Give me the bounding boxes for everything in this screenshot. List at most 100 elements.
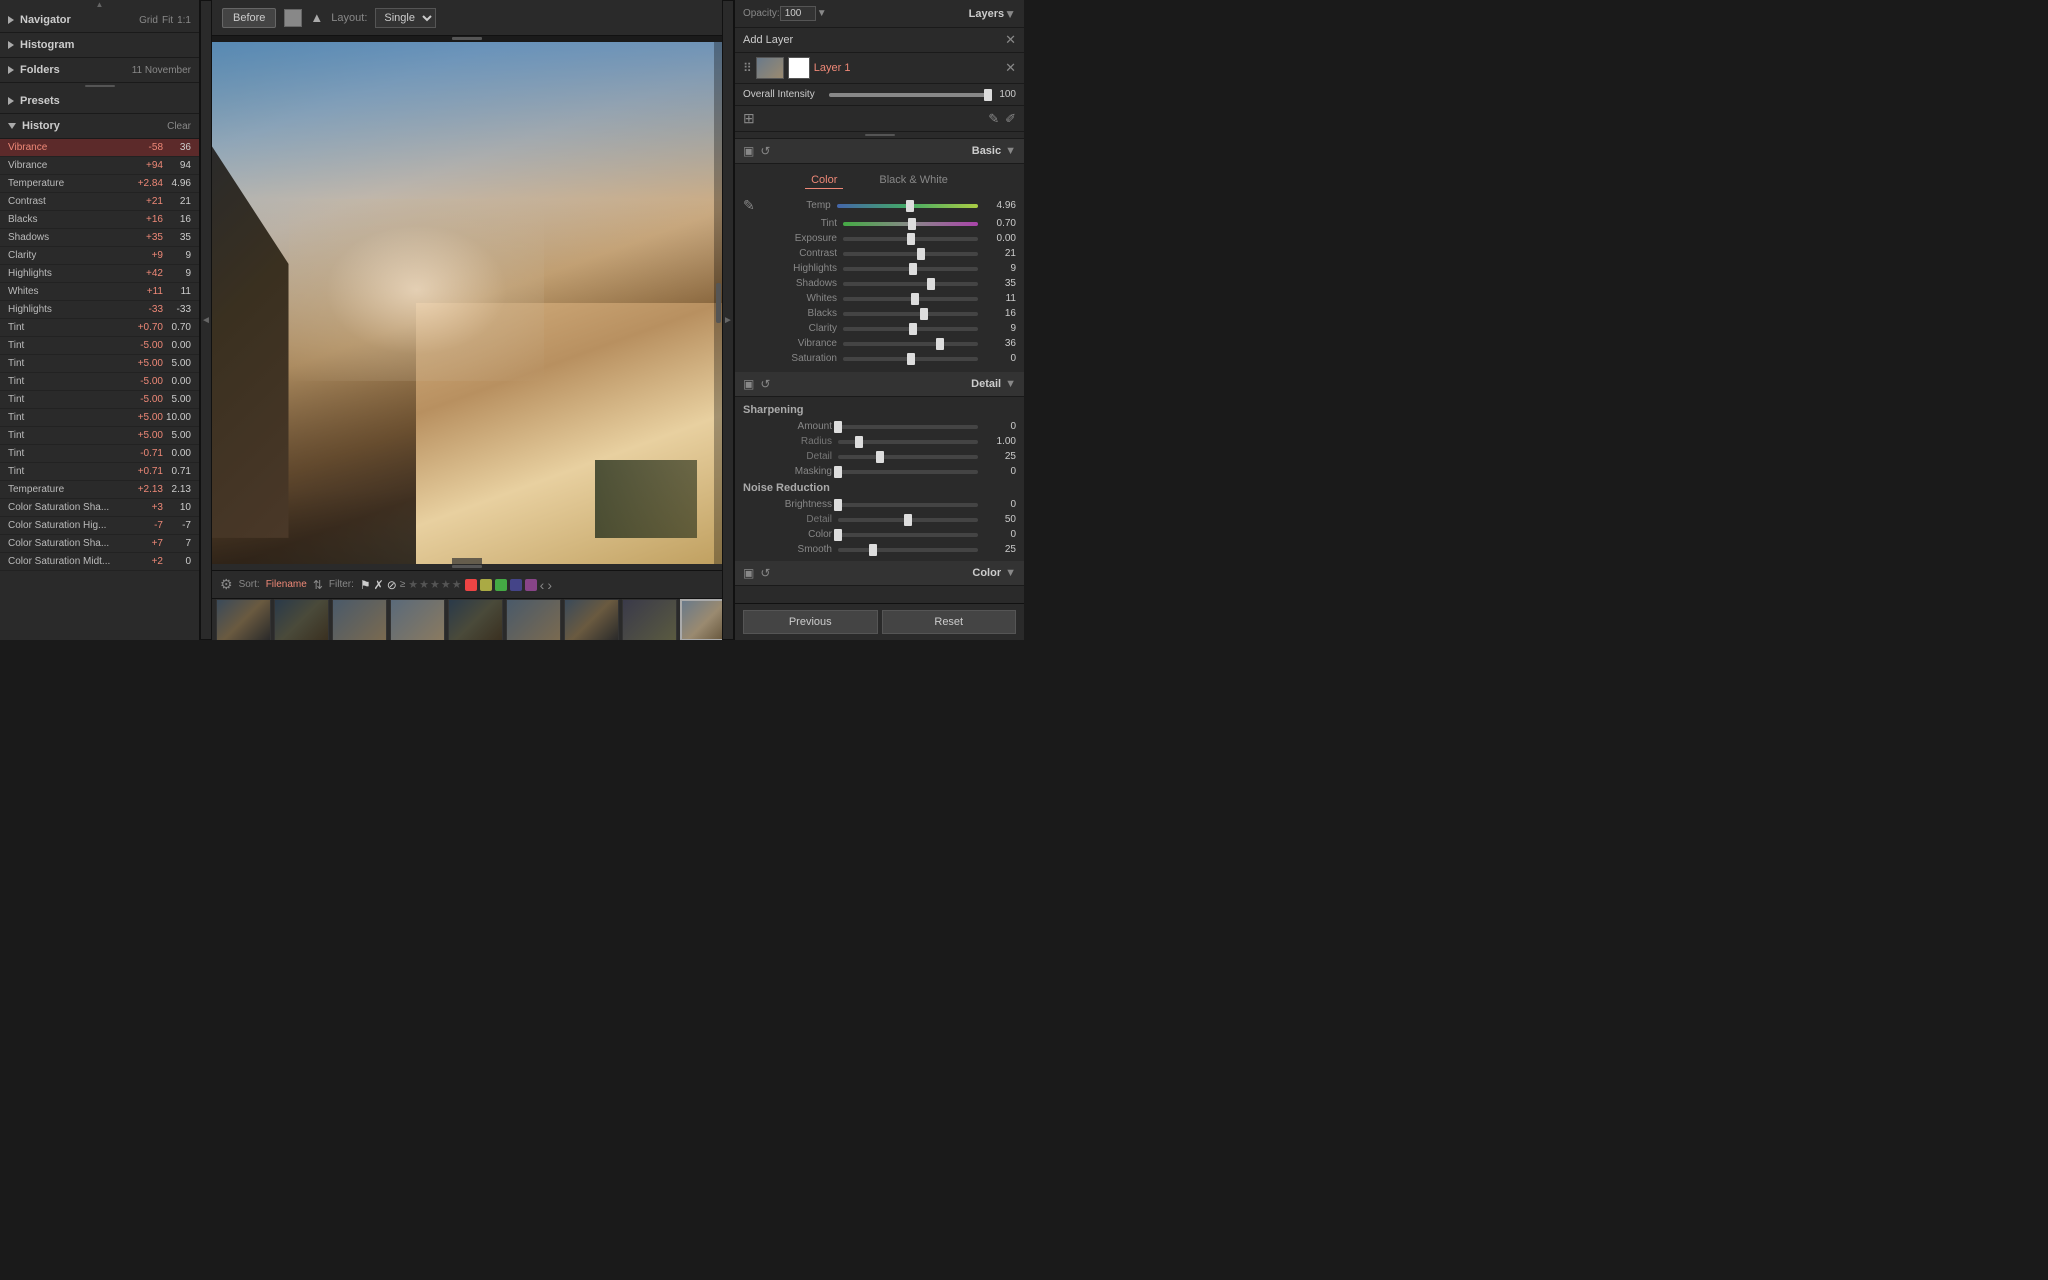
- pencil-icon[interactable]: ✎: [988, 111, 999, 127]
- slider-track-4[interactable]: [843, 297, 978, 301]
- slider-thumb-8[interactable]: [907, 353, 915, 365]
- star-4[interactable]: ★: [441, 578, 451, 591]
- sharp-track-1[interactable]: [838, 440, 978, 444]
- sharp-track-2[interactable]: [838, 455, 978, 459]
- slider-thumb-4[interactable]: [911, 293, 919, 305]
- history-row-18[interactable]: Tint+0.710.71: [0, 463, 199, 481]
- basic-icon-1[interactable]: ▣: [743, 144, 754, 158]
- view-arrow-icon[interactable]: ▲: [310, 10, 323, 25]
- sort-value[interactable]: Filename: [266, 579, 307, 590]
- bw-tab[interactable]: Black & White: [873, 172, 953, 189]
- history-row-5[interactable]: Shadows+3535: [0, 229, 199, 247]
- slider-thumb-7[interactable]: [936, 338, 944, 350]
- history-row-6[interactable]: Clarity+99: [0, 247, 199, 265]
- sort-arrows-icon[interactable]: ⇅: [313, 578, 323, 592]
- history-row-7[interactable]: Highlights+429: [0, 265, 199, 283]
- navigator-ratio[interactable]: 1:1: [177, 15, 191, 26]
- scroll-up-arrow[interactable]: ▲: [0, 0, 199, 8]
- history-row-3[interactable]: Contrast+2121: [0, 193, 199, 211]
- folders-header[interactable]: Folders 11 November: [0, 58, 199, 83]
- history-triangle[interactable]: [8, 123, 16, 129]
- history-row-9[interactable]: Highlights-33-33: [0, 301, 199, 319]
- blue-filter[interactable]: [510, 579, 522, 591]
- slider-thumb-2[interactable]: [909, 263, 917, 275]
- slider-track-7[interactable]: [843, 342, 978, 346]
- history-row-19[interactable]: Temperature+2.132.13: [0, 481, 199, 499]
- add-layer-text[interactable]: Add Layer: [743, 34, 1005, 46]
- temp-slider[interactable]: [837, 204, 978, 208]
- history-row-13[interactable]: Tint-5.000.00: [0, 373, 199, 391]
- filmstrip-thumbs[interactable]: [212, 599, 722, 640]
- next-filmstrip-icon[interactable]: ›: [547, 577, 552, 593]
- temp-thumb[interactable]: [906, 200, 914, 212]
- thumb-selected[interactable]: [680, 599, 722, 640]
- thumb-2[interactable]: [274, 599, 329, 640]
- basic-section-bar[interactable]: ▣ ↺ Basic ▼: [735, 139, 1024, 164]
- layers-dropdown-icon[interactable]: ▼: [1004, 7, 1016, 21]
- history-row-16[interactable]: Tint+5.005.00: [0, 427, 199, 445]
- thumb-5[interactable]: [448, 599, 503, 640]
- color-tab[interactable]: Color: [805, 172, 843, 189]
- thumb-6[interactable]: [506, 599, 561, 640]
- green-filter[interactable]: [495, 579, 507, 591]
- color-section-bar[interactable]: ▣ ↺ Color ▼: [735, 561, 1024, 586]
- layer-name-label[interactable]: Layer 1: [814, 62, 1001, 74]
- noise-track-2[interactable]: [838, 533, 978, 537]
- detail-section-bar[interactable]: ▣ ↺ Detail ▼: [735, 372, 1024, 397]
- tint-thumb[interactable]: [908, 218, 916, 230]
- thumb-3[interactable]: [332, 599, 387, 640]
- add-layer-close[interactable]: ✕: [1005, 32, 1016, 48]
- star-3[interactable]: ★: [430, 578, 440, 591]
- red-filter[interactable]: [465, 579, 477, 591]
- history-row-4[interactable]: Blacks+1616: [0, 211, 199, 229]
- before-button[interactable]: Before: [222, 8, 276, 28]
- slider-thumb-6[interactable]: [909, 323, 917, 335]
- noise-track-0[interactable]: [838, 503, 978, 507]
- sharp-track-3[interactable]: [838, 470, 978, 474]
- opacity-value[interactable]: 100: [780, 6, 816, 21]
- history-row-17[interactable]: Tint-0.710.00: [0, 445, 199, 463]
- reset-button[interactable]: Reset: [882, 610, 1017, 634]
- basic-icon-2[interactable]: ↺: [760, 144, 770, 158]
- history-row-23[interactable]: Color Saturation Midt...+20: [0, 553, 199, 571]
- layer-grip-icon[interactable]: ⠿: [743, 61, 752, 75]
- slider-thumb-1[interactable]: [917, 248, 925, 260]
- left-panel-handle[interactable]: ◄: [200, 0, 212, 640]
- history-row-11[interactable]: Tint-5.000.00: [0, 337, 199, 355]
- slider-track-3[interactable]: [843, 282, 978, 286]
- thumb-7[interactable]: [564, 599, 619, 640]
- sharp-thumb-2[interactable]: [876, 451, 884, 463]
- detail-icon-2[interactable]: ↺: [760, 377, 770, 391]
- sharp-thumb-1[interactable]: [855, 436, 863, 448]
- noise-thumb-0[interactable]: [834, 499, 842, 511]
- slider-thumb-0[interactable]: [907, 233, 915, 245]
- histogram-header[interactable]: Histogram: [0, 33, 199, 58]
- history-row-22[interactable]: Color Saturation Sha...+77: [0, 535, 199, 553]
- sharp-track-0[interactable]: [838, 425, 978, 429]
- layout-dropdown[interactable]: Single Split: [375, 8, 436, 28]
- history-row-2[interactable]: Temperature+2.844.96: [0, 175, 199, 193]
- history-row-8[interactable]: Whites+1111: [0, 283, 199, 301]
- history-row-0[interactable]: Vibrance-5836: [0, 139, 199, 157]
- flag-icon[interactable]: ⚑: [360, 578, 371, 592]
- history-clear-button[interactable]: Clear: [167, 121, 191, 132]
- slider-thumb-3[interactable]: [927, 278, 935, 290]
- slider-track-6[interactable]: [843, 327, 978, 331]
- tint-slider[interactable]: [843, 222, 978, 226]
- opacity-dropdown[interactable]: ▼: [817, 8, 827, 19]
- history-row-12[interactable]: Tint+5.005.00: [0, 355, 199, 373]
- star-2[interactable]: ★: [419, 578, 429, 591]
- eraser-icon[interactable]: ✐: [1005, 111, 1016, 127]
- history-row-15[interactable]: Tint+5.0010.00: [0, 409, 199, 427]
- noise-thumb-2[interactable]: [834, 529, 842, 541]
- presets-header[interactable]: Presets: [0, 89, 199, 114]
- star-5[interactable]: ★: [452, 578, 462, 591]
- right-panel-handle[interactable]: ►: [722, 0, 734, 640]
- sharp-thumb-0[interactable]: [834, 421, 842, 433]
- slider-track-0[interactable]: [843, 237, 978, 241]
- history-row-14[interactable]: Tint-5.005.00: [0, 391, 199, 409]
- history-row-21[interactable]: Color Saturation Hig...-7-7: [0, 517, 199, 535]
- detail-icon-1[interactable]: ▣: [743, 377, 754, 391]
- yellow-filter[interactable]: [480, 579, 492, 591]
- sharp-thumb-3[interactable]: [834, 466, 842, 478]
